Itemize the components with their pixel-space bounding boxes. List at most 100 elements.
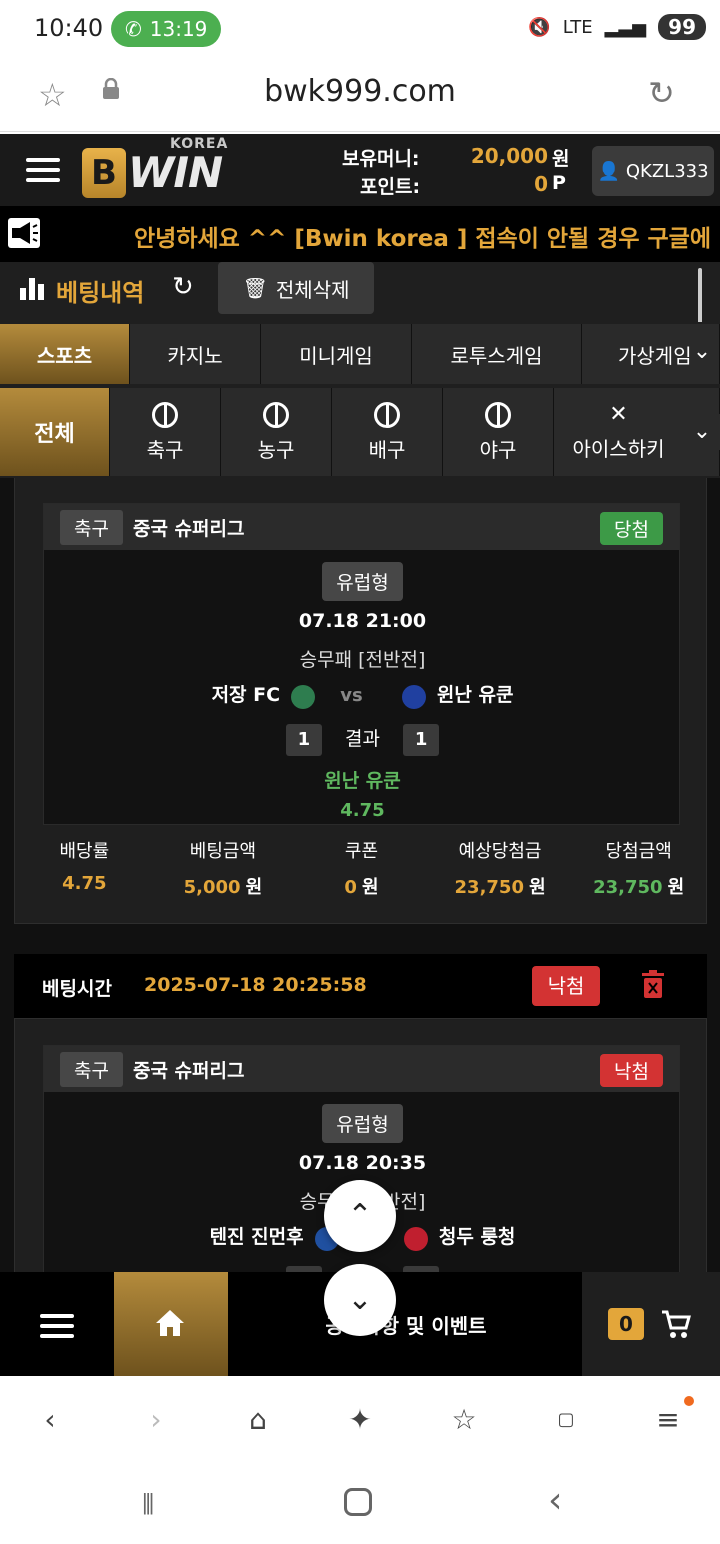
coupon-label: 쿠폰 xyxy=(344,841,379,862)
league-name: 중국 슈퍼리그 xyxy=(132,517,245,540)
bookmarks-icon[interactable]: ☆ xyxy=(444,1400,484,1440)
vs-label: vs xyxy=(340,685,363,706)
picked-odds: 4.75 xyxy=(340,800,385,821)
sport-chip: 축구 xyxy=(60,509,123,545)
bet-card-header: 베팅시간 2025-07-18 20:25:58 낙첨 xyxy=(14,954,707,1018)
won-unit: 원 xyxy=(667,877,685,898)
system-nav: ⦀ ‹ xyxy=(0,1464,720,1544)
money-value: 20,000 xyxy=(470,144,548,168)
game-detail: 축구 중국 슈퍼리그 당첨 유럽형 07.18 21:00 승무패 [전반전] … xyxy=(43,503,680,825)
forward-icon[interactable]: › xyxy=(136,1400,176,1440)
status-time: 10:40 xyxy=(34,14,104,42)
tab-lotus[interactable]: 로투스게임 xyxy=(412,324,582,384)
away-team: 윈난 유쿤 xyxy=(436,684,514,706)
home-emblem xyxy=(291,684,316,709)
bet-card: 축구 중국 슈퍼리그 당첨 유럽형 07.18 21:00 승무패 [전반전] … xyxy=(14,478,707,924)
home-icon[interactable]: ⌂ xyxy=(238,1400,278,1440)
menu-icon[interactable]: ≡ xyxy=(648,1400,688,1440)
point-unit: P xyxy=(552,172,566,194)
point-value: 0 xyxy=(534,172,548,196)
point-label: 포인트: xyxy=(360,176,421,198)
scroll-bottom-button[interactable]: ⌄ xyxy=(324,1264,396,1336)
home-icon xyxy=(154,1308,186,1342)
home-team: 저장 FC xyxy=(211,684,281,706)
notice-ticker: 안녕하세요 ^^ [Bwin korea ] 접속이 안될 경우 구글에 >비윈 xyxy=(0,206,720,262)
site-header: KOREA B WIN 보유머니: 20,000 원 포인트: 0 P 👤 QK… xyxy=(0,134,720,206)
user-icon: 👤 xyxy=(597,160,620,182)
back-icon[interactable]: ‹ xyxy=(30,1400,70,1440)
mute-icon: 🔇 xyxy=(528,16,551,38)
network-label: LTE xyxy=(562,16,593,38)
user-button[interactable]: 👤 QKZL333 xyxy=(592,146,714,196)
chevron-down-icon[interactable]: ⌄ xyxy=(684,414,720,450)
menu-icon[interactable] xyxy=(26,152,60,188)
bet-type-chip: 유럽형 xyxy=(322,1104,403,1143)
basketball-icon xyxy=(263,401,289,428)
home-team: 텐진 진먼후 xyxy=(209,1226,304,1248)
picked-selection: 윈난 유쿤 xyxy=(324,770,401,792)
delete-all-button[interactable]: 🗑 전체삭제 xyxy=(218,262,374,314)
username: QKZL333 xyxy=(625,160,709,182)
reload-icon[interactable]: ↻ xyxy=(648,74,675,112)
sparkle-icon[interactable]: ✦ xyxy=(340,1400,380,1440)
match-datetime: 07.18 21:00 xyxy=(298,610,427,632)
expected-unit: 원 xyxy=(529,877,546,898)
notification-dot xyxy=(684,1396,694,1406)
trash-icon: 🗑 xyxy=(242,276,268,300)
status-icons: 🔇 LTE ▂▃▅ 99 xyxy=(528,14,706,40)
ticker-text: 안녕하세요 ^^ [Bwin korea ] 접속이 안될 경우 구글에 >비윈 xyxy=(134,226,720,252)
amount-label: 베팅금액 xyxy=(189,841,257,862)
logo-win[interactable]: WIN xyxy=(128,148,223,197)
tab-minigame[interactable]: 미니게임 xyxy=(261,324,412,384)
recents-icon[interactable]: ⦀ xyxy=(142,1488,154,1522)
expected-label: 예상당첨금 xyxy=(458,841,542,862)
home-nav-icon[interactable] xyxy=(344,1488,372,1516)
matchup: 저장 FC vs 윈난 유쿤 xyxy=(44,680,681,709)
bottom-menu-icon[interactable] xyxy=(40,1308,74,1344)
amount-unit: 원 xyxy=(245,877,263,898)
browser-toolbar: ‹ › ⌂ ✦ ☆ ▢ ≡ xyxy=(0,1376,720,1464)
cart-icon xyxy=(660,1308,692,1344)
bet-time-label: 베팅시간 xyxy=(42,978,112,1000)
tabs-icon[interactable]: ▢ xyxy=(546,1400,586,1440)
coupon-unit: 원 xyxy=(362,877,379,898)
odds-value: 4.75 xyxy=(62,873,107,894)
category-tabs: 스포츠 카지노 미니게임 로투스게임 가상게임 xyxy=(0,322,720,386)
tab-icehockey-label: 아이스하키 xyxy=(572,437,665,461)
section-header: 베팅내역 ↻ 🗑 전체삭제 xyxy=(0,262,720,378)
tab-volleyball-label: 배구 xyxy=(368,437,406,462)
delete-bet-icon[interactable] xyxy=(642,970,664,998)
battery-indicator: 99 xyxy=(658,14,706,40)
scroll-top-button[interactable]: ⌃ xyxy=(324,1180,396,1252)
won-value: 23,750 xyxy=(593,877,663,898)
tab-volleyball[interactable]: 배구 xyxy=(332,388,443,476)
logo-b[interactable]: B xyxy=(82,148,126,198)
call-indicator[interactable]: ✆ 13:19 xyxy=(111,11,221,47)
result-label: 결과 xyxy=(345,728,380,750)
tab-sports[interactable]: 스포츠 xyxy=(0,324,130,384)
url-text[interactable]: bwk999.com xyxy=(0,74,720,109)
chevron-down-icon: ⌄ xyxy=(347,1282,373,1317)
megaphone-icon xyxy=(8,218,40,248)
tab-all[interactable]: 전체 xyxy=(0,388,110,476)
tab-soccer-label: 축구 xyxy=(146,437,184,462)
delete-all-label: 전체삭제 xyxy=(275,277,350,302)
refresh-icon[interactable]: ↻ xyxy=(172,272,194,302)
home-button[interactable] xyxy=(114,1272,228,1376)
bet-type-chip: 유럽형 xyxy=(322,562,403,601)
cart-area[interactable]: 0 xyxy=(582,1272,720,1376)
tab-casino[interactable]: 카지노 xyxy=(130,324,261,384)
tab-soccer[interactable]: 축구 xyxy=(110,388,221,476)
summary-values: 4.75 5,000 원 0 원 23,750 원 23,750 원 xyxy=(15,873,708,899)
summary-labels: 배당률 베팅금액 쿠폰 예상당첨금 당첨금액 xyxy=(15,837,708,863)
browser-url-bar: ☆ bwk999.com ↻ xyxy=(0,60,720,132)
tab-baseball-label: 야구 xyxy=(479,437,517,462)
call-time: 13:19 xyxy=(149,17,208,41)
tab-baseball[interactable]: 야구 xyxy=(443,388,554,476)
chevron-down-icon[interactable]: ⌄ xyxy=(684,334,720,370)
notice-event-button[interactable]: 공지사항 및 이벤트 xyxy=(230,1272,582,1376)
back-nav-icon[interactable]: ‹ xyxy=(548,1480,562,1521)
away-emblem xyxy=(403,1226,428,1251)
signal-icon: ▂▃▅ xyxy=(604,16,647,38)
tab-basketball[interactable]: 농구 xyxy=(221,388,332,476)
